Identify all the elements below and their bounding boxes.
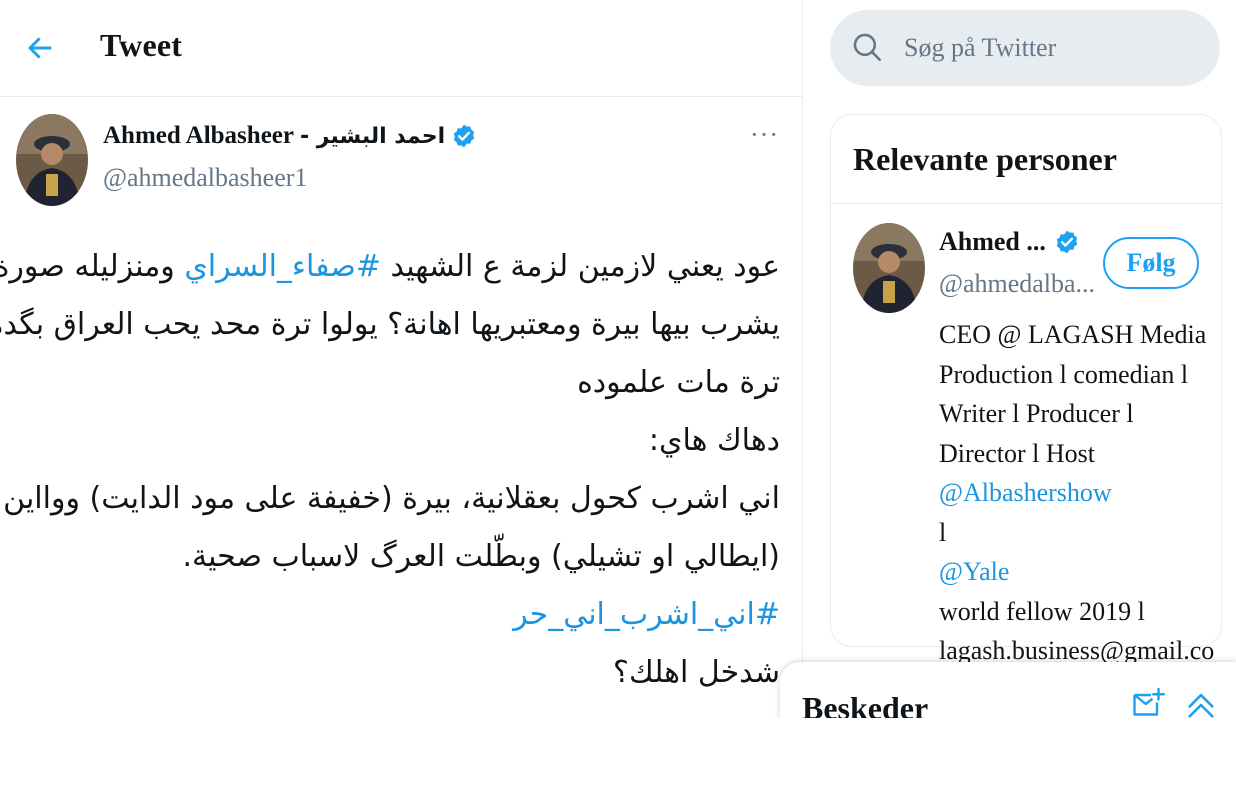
author-avatar[interactable]	[16, 114, 88, 206]
person-avatar[interactable]	[853, 223, 925, 313]
hashtag-link[interactable]: #اني_اشرب_اني_حر	[40, 586, 780, 644]
tweet-line: (ايطالي او تشيلي) وبطّلت العرگ لاسباب صح…	[182, 539, 780, 574]
author-name-row: Ahmed Albasheer - احمد البشير	[103, 122, 477, 150]
tweet-line: اني اشرب كحول بعقلانية، بيرة (خفيفة على …	[3, 481, 780, 516]
search-box[interactable]	[830, 10, 1220, 86]
person-name[interactable]: Ahmed ...	[939, 227, 1046, 257]
tweet-line: شدخل اهلك؟	[613, 655, 780, 690]
tweet-text-segment: عود يعني لازمين لزمة ع الشهيد	[380, 249, 781, 284]
search-input[interactable]	[902, 24, 1206, 72]
tweet-line: عود يعني لازمين لزمة ع الشهيد #صفاء_السر…	[0, 238, 781, 296]
tweet-line: دهاك هاي:	[648, 423, 780, 458]
screenshot-blank-area	[0, 718, 1236, 786]
tweet-line: ترة مات علموده	[577, 365, 780, 400]
tweet-text: عود يعني لازمين لزمة ع الشهيد #صفاء_السر…	[0, 238, 781, 702]
divider	[831, 203, 1221, 204]
bio-line: Writer l Producer l	[939, 399, 1134, 428]
author-name[interactable]: Ahmed Albasheer	[103, 122, 294, 150]
verified-badge-icon	[453, 124, 475, 148]
search-icon	[853, 33, 882, 62]
relevant-people-title: Relevante personer	[853, 141, 1117, 177]
more-options-icon[interactable]: ···	[750, 120, 779, 150]
arrow-left-icon	[28, 37, 52, 59]
bio-line: Director l Host	[939, 438, 1095, 468]
bio-line: @Albashershow l @Yale	[939, 473, 1199, 592]
person-name-row: Ahmed ...	[939, 227, 1080, 257]
bio-separator: l	[939, 517, 947, 547]
relevant-people-card: Relevante personer Ahmed ... @ahmedalba.…	[830, 114, 1222, 705]
new-message-icon[interactable]	[1130, 686, 1166, 722]
hashtag-link[interactable]: #صفاء_السراي	[184, 249, 381, 284]
chevron-up-double-icon[interactable]	[1184, 688, 1218, 722]
tweet-line: يشرب بيها بيرة ومعتبريها اهانة؟ يولوا تر…	[0, 307, 780, 342]
person-bio: CEO @ LAGASH Media Production l comedian…	[939, 315, 1214, 710]
bio-line: Production l comedian l	[939, 359, 1189, 389]
verified-badge-icon	[1056, 230, 1078, 254]
bio-line: world fellow 2019 l	[939, 596, 1145, 626]
bio-line: CEO @ LAGASH Media	[939, 320, 1207, 349]
author-name-arabic[interactable]: - احمد البشير	[300, 124, 445, 149]
mention-link[interactable]: @Yale	[939, 552, 1199, 592]
follow-button[interactable]: Følg	[1103, 237, 1199, 289]
mention-link[interactable]: @Albashershow	[939, 473, 1199, 513]
tweet-text-segment: ومنزليله صورة	[0, 249, 185, 284]
back-button[interactable]	[20, 28, 60, 68]
main-column: Tweet Ahmed Albasheer - احمد البشير @ahm…	[0, 0, 803, 786]
author-handle[interactable]: @ahmedalbasheer1	[103, 163, 307, 193]
person-handle[interactable]: @ahmedalba...	[939, 269, 1095, 299]
page-header: Tweet	[0, 0, 802, 97]
page-title: Tweet	[100, 27, 183, 63]
